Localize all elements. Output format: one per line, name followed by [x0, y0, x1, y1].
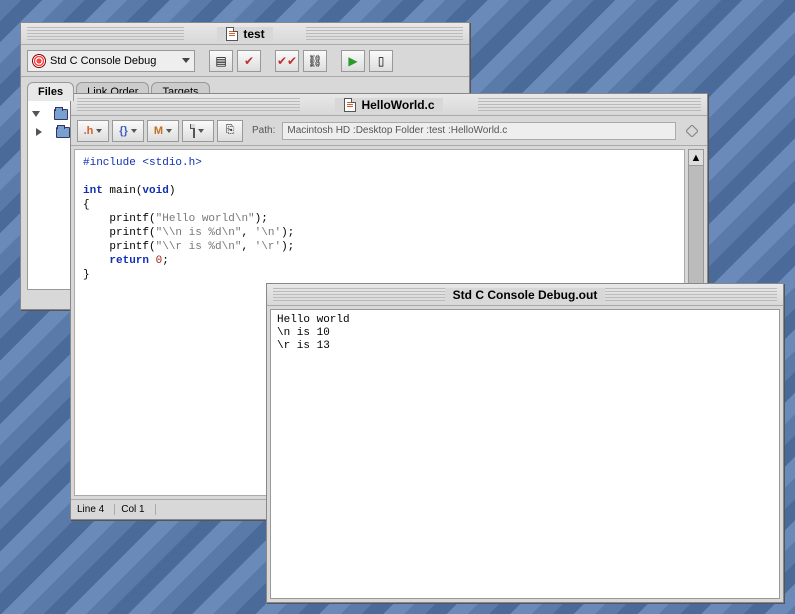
project-toolbar: Std C Console Debug ▤ ✔ ✔✔ ⛓ ▶ ▯: [21, 45, 469, 77]
toolbar-btn-4[interactable]: ⛓: [303, 50, 327, 72]
dirty-indicator[interactable]: [683, 122, 701, 140]
tab-label: Files: [38, 86, 63, 98]
target-dropdown[interactable]: Std C Console Debug: [27, 50, 195, 72]
toolbar-btn-2[interactable]: ✔: [237, 50, 261, 72]
console-output[interactable]: Hello world \n is 10 \r is 13: [270, 309, 780, 599]
vcs-button[interactable]: ⎘: [217, 120, 243, 142]
toolbar-btn-6[interactable]: ▯: [369, 50, 393, 72]
doc-lines-icon: ▤: [215, 54, 226, 68]
function-popup-button[interactable]: {}: [112, 120, 144, 142]
toolbar-btn-3[interactable]: ✔✔: [275, 50, 299, 72]
chevron-down-icon: [166, 129, 172, 133]
markers-popup-button[interactable]: M: [147, 120, 179, 142]
console-titlebar[interactable]: Std C Console Debug.out: [267, 284, 783, 306]
dropdown-arrow-icon: [182, 58, 190, 63]
folder-icon: [56, 127, 70, 138]
project-doc-icon: [225, 27, 239, 41]
toolbar-btn-1[interactable]: ▤: [209, 50, 233, 72]
scroll-up-button[interactable]: ▲: [689, 150, 703, 166]
console-title: Std C Console Debug.out: [453, 288, 598, 302]
editor-toolbar: .h {} M ⎘ Path: Macintosh HD :Desktop Fo…: [71, 116, 707, 146]
project-titlebar[interactable]: test: [21, 23, 469, 45]
header-popup-button[interactable]: .h: [77, 120, 109, 142]
disclosure-triangle-icon[interactable]: [36, 128, 42, 136]
disclosure-triangle-icon[interactable]: [32, 111, 40, 117]
editor-title: HelloWorld.c: [361, 98, 434, 112]
m-icon: M: [154, 125, 163, 137]
page-icon: ▯: [378, 54, 385, 68]
path-field: Macintosh HD :Desktop Folder :test :Hell…: [282, 122, 676, 140]
source-file-icon: [343, 98, 357, 112]
run-button[interactable]: ▶: [341, 50, 365, 72]
check-icon: ✔: [244, 54, 254, 68]
chevron-down-icon: [198, 129, 204, 133]
tab-files[interactable]: Files: [27, 82, 74, 101]
folder-icon: [54, 109, 68, 120]
braces-icon: {}: [119, 125, 128, 137]
status-line: Line 4: [77, 504, 115, 515]
target-icon: [32, 54, 46, 68]
path-text: Macintosh HD :Desktop Folder :test :Hell…: [287, 125, 507, 136]
document-popup-button[interactable]: [182, 120, 214, 142]
double-check-icon: ✔✔: [277, 54, 297, 68]
editor-titlebar[interactable]: HelloWorld.c: [71, 94, 707, 116]
target-name: Std C Console Debug: [50, 55, 156, 67]
play-icon: ▶: [348, 54, 357, 68]
link-icon: ⛓: [307, 54, 322, 68]
status-col: Col 1: [121, 504, 155, 515]
vcs-icon: ⎘: [226, 124, 235, 137]
h-icon: .h: [84, 125, 94, 137]
doc-icon: [193, 125, 195, 137]
console-window: Std C Console Debug.out Hello world \n i…: [266, 283, 784, 603]
chevron-down-icon: [131, 129, 137, 133]
project-title: test: [243, 27, 264, 41]
chevron-down-icon: [96, 129, 102, 133]
path-label: Path:: [252, 125, 275, 136]
